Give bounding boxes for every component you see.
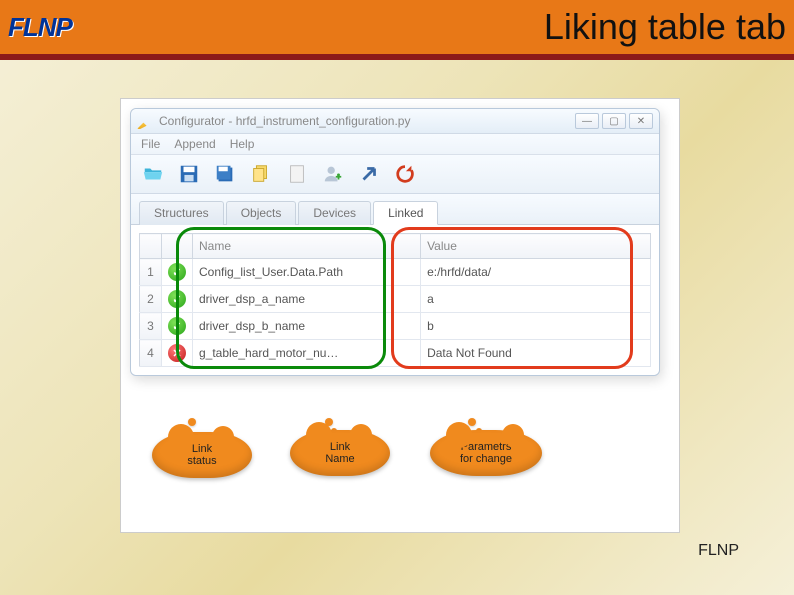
row-name-cell[interactable]: Config_list_User.Data.Path bbox=[193, 259, 421, 286]
linked-table-panel: Name Value 1 ✓ Config_list_User.Data.Pathe… bbox=[131, 225, 659, 375]
row-name-cell[interactable]: driver_dsp_a_name bbox=[193, 286, 421, 313]
configurator-window: Configurator - hrfd_instrument_configura… bbox=[130, 108, 660, 376]
check-icon: ✓ bbox=[168, 317, 186, 335]
window-controls: — ▢ ✕ bbox=[575, 113, 653, 129]
toolbar bbox=[131, 155, 659, 194]
col-name[interactable]: Name bbox=[193, 234, 421, 259]
person-plus-icon bbox=[322, 163, 344, 185]
tab-structures[interactable]: Structures bbox=[139, 201, 224, 225]
table-row[interactable]: 1 ✓ Config_list_User.Data.Pathe:/hrfd/data… bbox=[140, 259, 651, 286]
menu-append[interactable]: Append bbox=[174, 137, 215, 151]
arrow-up-right-icon bbox=[358, 163, 380, 185]
row-value-cell[interactable]: e:/hrfd/data/ bbox=[421, 259, 651, 286]
row-value-cell[interactable]: a bbox=[421, 286, 651, 313]
window-title: Configurator - hrfd_instrument_configura… bbox=[159, 114, 410, 128]
row-name-cell[interactable]: g_table_hard_motor_nu… bbox=[193, 340, 421, 367]
table-row[interactable]: 4 ✕ g_table_hard_motor_nu…Data Not Found bbox=[140, 340, 651, 367]
slide-header: FLNP Liking table tab bbox=[0, 0, 794, 60]
floppy-icon bbox=[178, 163, 200, 185]
annotation-params: Parametrs for change bbox=[430, 430, 542, 476]
row-name-cell[interactable]: driver_dsp_b_name bbox=[193, 313, 421, 340]
pages-yellow-icon bbox=[250, 163, 272, 185]
folder-open-icon bbox=[142, 163, 164, 185]
annotation-params-text: Parametrs for change bbox=[460, 441, 512, 465]
row-number: 1 bbox=[140, 259, 162, 286]
menubar: File Append Help bbox=[131, 134, 659, 155]
maximize-button[interactable]: ▢ bbox=[602, 113, 626, 129]
check-icon: ✓ bbox=[168, 290, 186, 308]
annotation-link-name-text: Link Name bbox=[325, 441, 354, 465]
annotation-link-name: Link Name bbox=[290, 430, 390, 476]
new-page-button[interactable] bbox=[281, 160, 313, 188]
logo-text: FLNP bbox=[8, 12, 72, 42]
add-user-button[interactable] bbox=[317, 160, 349, 188]
row-value-cell[interactable]: Data Not Found bbox=[421, 340, 651, 367]
flnp-logo: FLNP bbox=[8, 12, 72, 43]
slide-title: Liking table tab bbox=[544, 6, 786, 48]
linked-table: Name Value 1 ✓ Config_list_User.Data.Pathe… bbox=[139, 233, 651, 367]
annotation-link-status-text: Link status bbox=[187, 443, 216, 467]
tab-linked[interactable]: Linked bbox=[373, 201, 438, 225]
row-status: ✕ bbox=[162, 340, 193, 367]
page-icon bbox=[286, 163, 308, 185]
app-icon bbox=[137, 113, 153, 129]
open-button[interactable] bbox=[137, 160, 169, 188]
menu-help[interactable]: Help bbox=[230, 137, 255, 151]
table-row[interactable]: 3 ✓ driver_dsp_b_nameb bbox=[140, 313, 651, 340]
save-as-button[interactable] bbox=[209, 160, 241, 188]
minimize-button[interactable]: — bbox=[575, 113, 599, 129]
annotation-link-status: Link status bbox=[152, 432, 252, 478]
tabs: Structures Objects Devices Linked bbox=[131, 194, 659, 225]
col-rownum bbox=[140, 234, 162, 259]
row-status: ✓ bbox=[162, 313, 193, 340]
row-number: 2 bbox=[140, 286, 162, 313]
refresh-icon bbox=[394, 163, 416, 185]
save-button[interactable] bbox=[173, 160, 205, 188]
tab-objects[interactable]: Objects bbox=[226, 201, 297, 225]
row-number: 3 bbox=[140, 313, 162, 340]
menu-file[interactable]: File bbox=[141, 137, 160, 151]
floppy-multi-icon bbox=[214, 163, 236, 185]
col-value[interactable]: Value bbox=[421, 234, 651, 259]
footer-label: FLNP bbox=[698, 542, 739, 560]
export-button[interactable] bbox=[353, 160, 385, 188]
cross-icon: ✕ bbox=[168, 344, 186, 362]
table-row[interactable]: 2 ✓ driver_dsp_a_namea bbox=[140, 286, 651, 313]
close-button[interactable]: ✕ bbox=[629, 113, 653, 129]
row-value-cell[interactable]: b bbox=[421, 313, 651, 340]
tab-devices[interactable]: Devices bbox=[298, 201, 371, 225]
col-status bbox=[162, 234, 193, 259]
refresh-button[interactable] bbox=[389, 160, 421, 188]
row-status: ✓ bbox=[162, 286, 193, 313]
row-number: 4 bbox=[140, 340, 162, 367]
row-status: ✓ bbox=[162, 259, 193, 286]
copy-button[interactable] bbox=[245, 160, 277, 188]
window-titlebar: Configurator - hrfd_instrument_configura… bbox=[131, 109, 659, 134]
check-icon: ✓ bbox=[168, 263, 186, 281]
